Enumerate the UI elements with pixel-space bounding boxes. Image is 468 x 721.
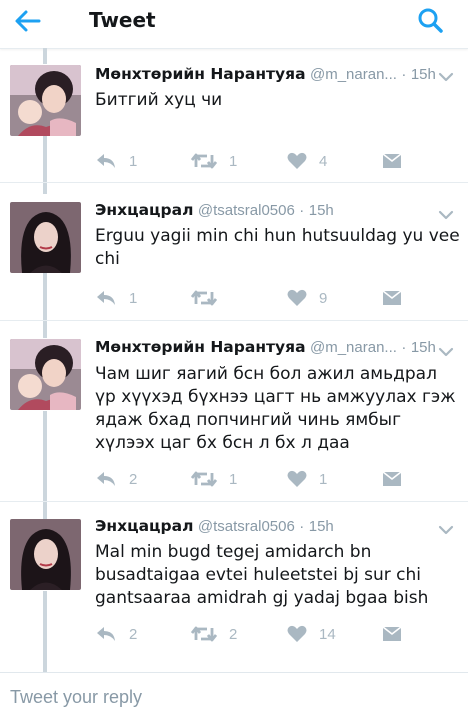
retweet-count: 2: [229, 625, 238, 643]
chevron-down-icon: [438, 525, 454, 535]
chevron-down-icon: [438, 347, 454, 357]
direct-message-button[interactable]: [382, 287, 402, 309]
chevron-down-icon: [438, 72, 454, 82]
author-handle[interactable]: @m_naran...: [310, 339, 397, 356]
tweet-menu-button[interactable]: [438, 344, 454, 357]
like-count: 1: [319, 470, 328, 488]
envelope-icon: [382, 471, 402, 486]
thread-line: [43, 411, 47, 519]
reply-count: 1: [129, 289, 138, 307]
retweet-icon: [191, 153, 217, 169]
tweet-text: Erguu yagii min chi hun hutsuuldag yu ve…: [95, 226, 460, 269]
reply-button[interactable]: 1: [95, 287, 137, 309]
tweet-header: Мөнхтөрийн Нарантуяа @m_naran... · 15h: [95, 65, 436, 83]
avatar[interactable]: [10, 519, 81, 590]
search-button[interactable]: [414, 4, 448, 38]
author-name[interactable]: Энхцацрал: [95, 201, 193, 219]
tweet-menu-button[interactable]: [438, 69, 454, 82]
tweet-actions: 1 1 4: [95, 150, 415, 172]
tweet-time: 15h: [410, 339, 436, 356]
like-count: 4: [319, 152, 328, 170]
reply-count: 2: [129, 625, 138, 643]
tweet-time: 15h: [308, 518, 334, 535]
tweet-actions: 2 1 1: [95, 468, 415, 490]
author-name[interactable]: Мөнхтөрийн Нарантуяа: [95, 338, 306, 356]
arrow-left-icon: [15, 10, 41, 32]
heart-icon: [287, 470, 307, 487]
retweet-icon: [191, 471, 217, 487]
page-title: Tweet: [89, 8, 156, 32]
chevron-down-icon: [438, 210, 454, 220]
like-count: 14: [319, 625, 336, 643]
thread-line: [43, 48, 47, 64]
avatar[interactable]: [10, 65, 81, 136]
tweet-time: 15h: [410, 66, 436, 83]
retweet-button[interactable]: 1: [191, 150, 237, 172]
author-name[interactable]: Энхцацрал: [95, 517, 193, 535]
thread-line: [43, 273, 47, 338]
reply-icon: [97, 291, 115, 305]
tweet-header: Мөнхтөрийн Нарантуяа @m_naran... · 15h: [95, 338, 436, 356]
tweet-text: Чам шиг яагий бсн бол ажил амьдрал үр хү…: [95, 364, 456, 453]
reply-icon: [97, 154, 115, 168]
author-handle[interactable]: @m_naran...: [310, 66, 397, 83]
author-handle[interactable]: @tsatsral0506: [198, 518, 295, 535]
author-handle[interactable]: @tsatsral0506: [198, 202, 295, 219]
reply-count: 2: [129, 470, 138, 488]
tweet-time: 15h: [308, 202, 334, 219]
reply-count: 1: [129, 152, 138, 170]
direct-message-button[interactable]: [382, 150, 402, 172]
retweet-button[interactable]: 2: [191, 623, 237, 645]
direct-message-button[interactable]: [382, 468, 402, 490]
tweet-text: Битгий хуц чи: [95, 90, 223, 110]
back-button[interactable]: [12, 6, 52, 36]
like-button[interactable]: 4: [287, 150, 327, 172]
envelope-icon: [382, 290, 402, 305]
heart-icon: [287, 289, 307, 306]
retweet-count: 1: [229, 152, 238, 170]
retweet-button[interactable]: [191, 287, 229, 309]
tweet-text: Mal min bugd tegej amidarch bn busadtaig…: [95, 542, 429, 608]
heart-icon: [287, 152, 307, 169]
reply-input[interactable]: [10, 683, 450, 711]
tweet-header: Энхцацрал @tsatsral0506 · 15h: [95, 201, 334, 219]
reply-button[interactable]: 2: [95, 468, 137, 490]
retweet-icon: [191, 290, 217, 306]
tweet-header: Энхцацрал @tsatsral0506 · 15h: [95, 517, 334, 535]
tweet-menu-button[interactable]: [438, 522, 454, 535]
tweet-actions: 1 9: [95, 287, 415, 309]
tweet-actions: 2 2 14: [95, 623, 415, 645]
reply-icon: [97, 627, 115, 641]
retweet-button[interactable]: 1: [191, 468, 237, 490]
heart-icon: [287, 625, 307, 642]
retweet-count: 1: [229, 470, 238, 488]
like-button[interactable]: 9: [287, 287, 327, 309]
reply-button[interactable]: 2: [95, 623, 137, 645]
top-app-bar: Tweet: [0, 0, 468, 49]
like-count: 9: [319, 289, 328, 307]
search-icon: [418, 8, 443, 33]
envelope-icon: [382, 626, 402, 641]
envelope-icon: [382, 153, 402, 168]
divider: [0, 501, 468, 502]
author-name[interactable]: Мөнхтөрийн Нарантуяа: [95, 65, 306, 83]
divider: [0, 320, 468, 321]
retweet-icon: [191, 626, 217, 642]
like-button[interactable]: 14: [287, 623, 336, 645]
reply-composer: [0, 672, 468, 721]
direct-message-button[interactable]: [382, 623, 402, 645]
like-button[interactable]: 1: [287, 468, 327, 490]
avatar[interactable]: [10, 202, 81, 273]
thread-line: [43, 136, 47, 194]
divider: [0, 182, 468, 183]
tweet-menu-button[interactable]: [438, 207, 454, 220]
reply-icon: [97, 472, 115, 486]
thread-line: [43, 591, 47, 672]
avatar[interactable]: [10, 339, 81, 410]
reply-button[interactable]: 1: [95, 150, 137, 172]
